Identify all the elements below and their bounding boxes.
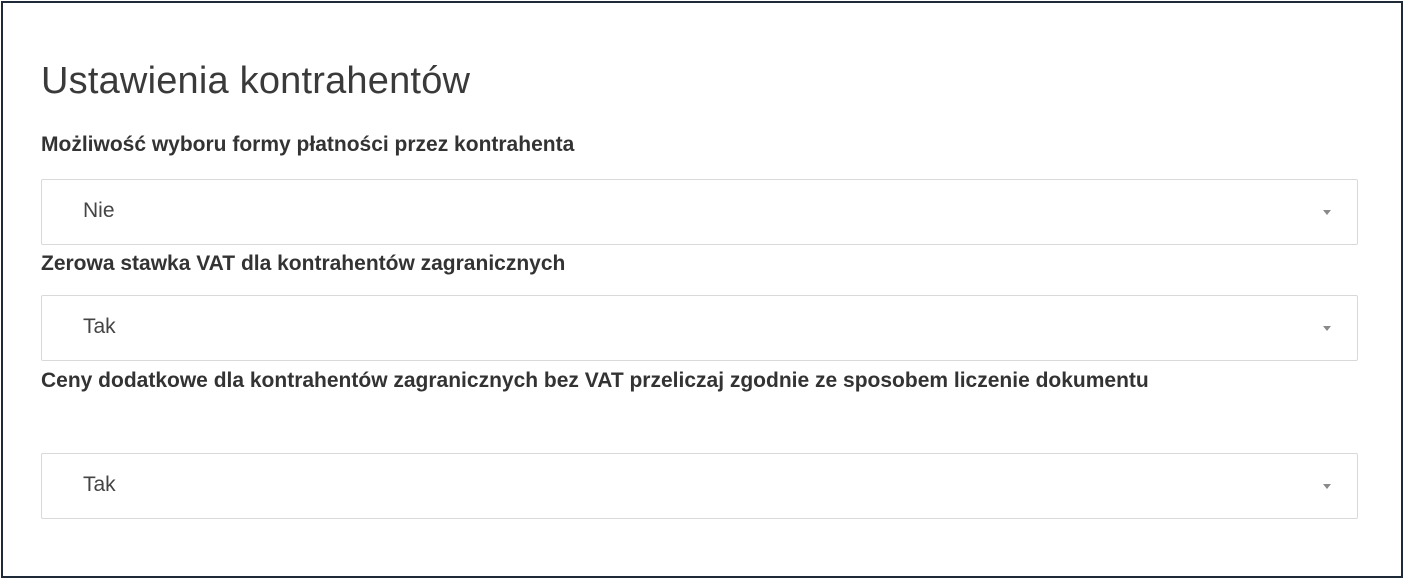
settings-panel: Ustawienia kontrahentów Możliwość wyboru… xyxy=(1,1,1403,578)
zero-vat-foreign-label: Zerowa stawka VAT dla kontrahentów zagra… xyxy=(41,252,566,275)
additional-prices-conversion-label: Ceny dodatkowe dla kontrahentów zagranic… xyxy=(41,369,1149,392)
chevron-down-icon xyxy=(1323,326,1331,331)
payment-form-choice-label: Możliwość wyboru formy płatności przez k… xyxy=(41,133,575,156)
additional-prices-conversion-select[interactable]: Tak xyxy=(41,453,1358,519)
payment-form-choice-select[interactable]: Nie xyxy=(41,179,1358,245)
zero-vat-foreign-select[interactable]: Tak xyxy=(41,295,1358,361)
additional-prices-conversion-value: Tak xyxy=(83,473,116,496)
zero-vat-foreign-value: Tak xyxy=(83,315,116,338)
chevron-down-icon xyxy=(1323,484,1331,489)
chevron-down-icon xyxy=(1323,210,1331,215)
payment-form-choice-value: Nie xyxy=(83,199,115,222)
page-title: Ustawienia kontrahentów xyxy=(41,60,471,102)
